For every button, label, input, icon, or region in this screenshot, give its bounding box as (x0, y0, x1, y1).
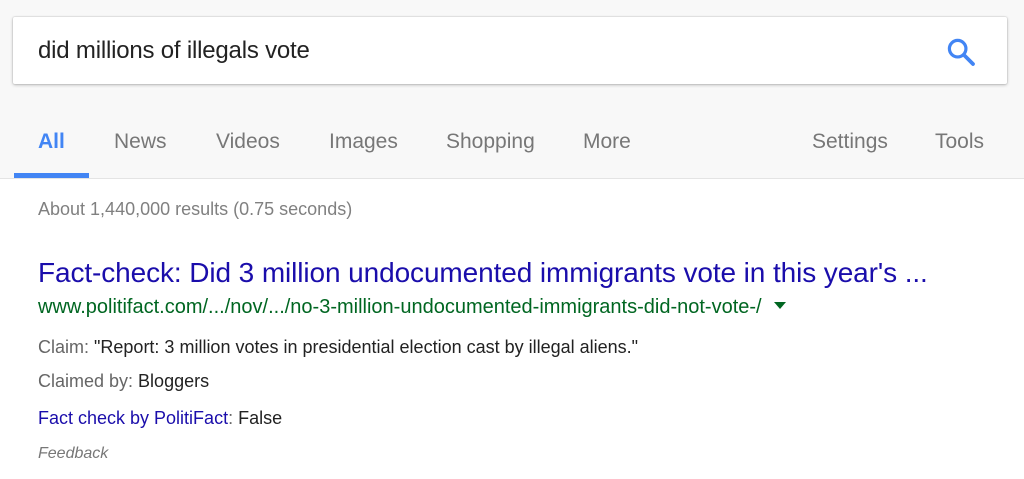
result-url[interactable]: www.politifact.com/.../nov/.../no-3-mill… (38, 296, 786, 319)
tab-tools[interactable]: Tools (935, 110, 984, 176)
tab-videos[interactable]: Videos (216, 110, 280, 176)
claimed-by-line: Claimed by: Bloggers (38, 371, 209, 392)
caret-down-icon[interactable] (773, 302, 786, 310)
claimed-by-label: Claimed by: (38, 371, 134, 391)
claim-line: Claim: "Report: 3 million votes in presi… (38, 337, 638, 358)
claim-text: "Report: 3 million votes in presidential… (89, 337, 639, 357)
fact-check-source-link[interactable]: Fact check by PolitiFact (38, 408, 228, 428)
search-input[interactable]: did millions of illegals vote (38, 17, 310, 84)
tab-more[interactable]: More (583, 110, 631, 176)
search-header: did millions of illegals vote All News V… (0, 0, 1024, 179)
result-title-link[interactable]: Fact-check: Did 3 million undocumented i… (38, 257, 928, 289)
tab-images[interactable]: Images (329, 110, 398, 176)
fact-check-rating: False (233, 408, 283, 428)
search-box[interactable]: did millions of illegals vote (13, 17, 1007, 84)
search-icon[interactable] (945, 36, 977, 68)
claim-label: Claim: (38, 337, 90, 357)
tab-all[interactable]: All (38, 110, 65, 176)
fact-check-line: Fact check by PolitiFact: False (38, 408, 282, 429)
search-tabs: All News Videos Images Shopping More Set… (0, 110, 1024, 178)
claimed-by-text: Bloggers (133, 371, 210, 391)
feedback-link[interactable]: Feedback (38, 445, 108, 463)
tab-news[interactable]: News (114, 110, 167, 176)
results-stats: About 1,440,000 results (0.75 seconds) (38, 199, 353, 219)
active-tab-indicator (14, 173, 89, 178)
tab-settings[interactable]: Settings (812, 110, 888, 176)
result-url-text[interactable]: www.politifact.com/.../nov/.../no-3-mill… (38, 296, 762, 318)
tab-shopping[interactable]: Shopping (446, 110, 535, 176)
